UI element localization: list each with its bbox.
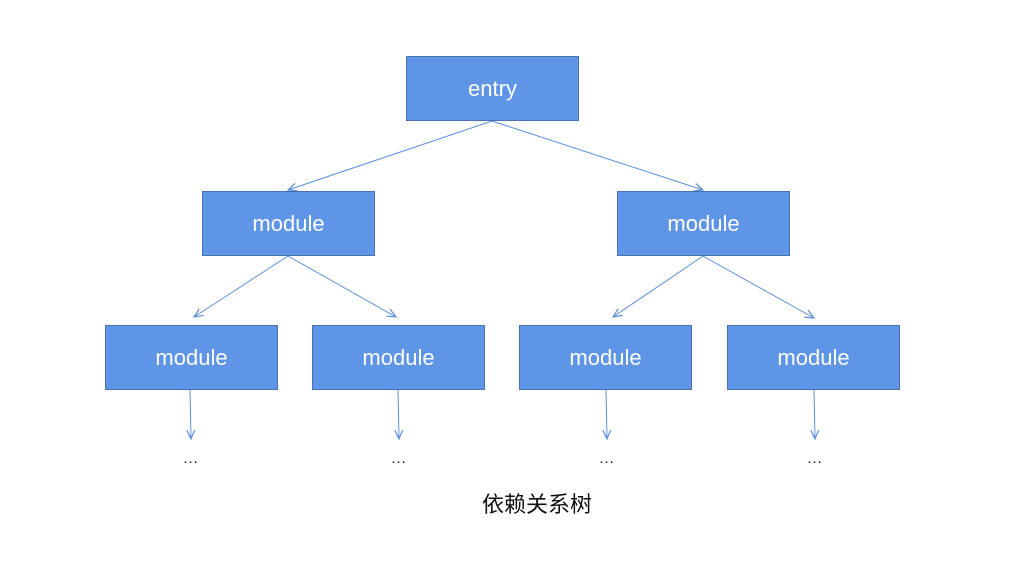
module-node-label: module (362, 344, 435, 370)
edge-module-left-to-module-1 (194, 255, 289, 317)
module-node-level1-right: module (617, 191, 790, 256)
continuation-ellipsis: … (390, 450, 408, 467)
continuation-ellipsis: … (598, 450, 616, 467)
entry-node: entry (406, 56, 579, 121)
continuation-ellipsis: … (806, 450, 824, 467)
module-node-label: module (569, 344, 642, 370)
module-node-label: module (252, 210, 325, 236)
diagram-caption: 依赖关系树 (481, 492, 592, 517)
edge-module-3-to-continuation (606, 389, 607, 439)
module-node-label: module (777, 344, 850, 370)
edge-module-4-to-continuation (814, 389, 815, 439)
module-node-level2-4: module (727, 325, 900, 390)
edge-module-2-to-continuation (398, 389, 399, 439)
edge-module-right-to-module-4 (702, 255, 814, 318)
edge-entry-to-module-right (491, 120, 703, 190)
edge-entry-to-module-left (288, 120, 493, 190)
module-node-level1-left: module (202, 191, 375, 256)
dependency-tree-diagram: entry module module module module module… (0, 0, 1020, 582)
module-node-label: module (155, 344, 228, 370)
edge-module-right-to-module-3 (613, 255, 704, 317)
entry-node-label: entry (468, 75, 517, 101)
module-node-level2-2: module (312, 325, 485, 390)
edge-module-1-to-continuation (190, 389, 191, 439)
module-node-label: module (667, 210, 740, 236)
module-node-level2-1: module (105, 325, 278, 390)
edge-module-left-to-module-2 (287, 255, 396, 317)
module-node-level2-3: module (519, 325, 692, 390)
continuation-ellipsis: … (182, 450, 200, 467)
